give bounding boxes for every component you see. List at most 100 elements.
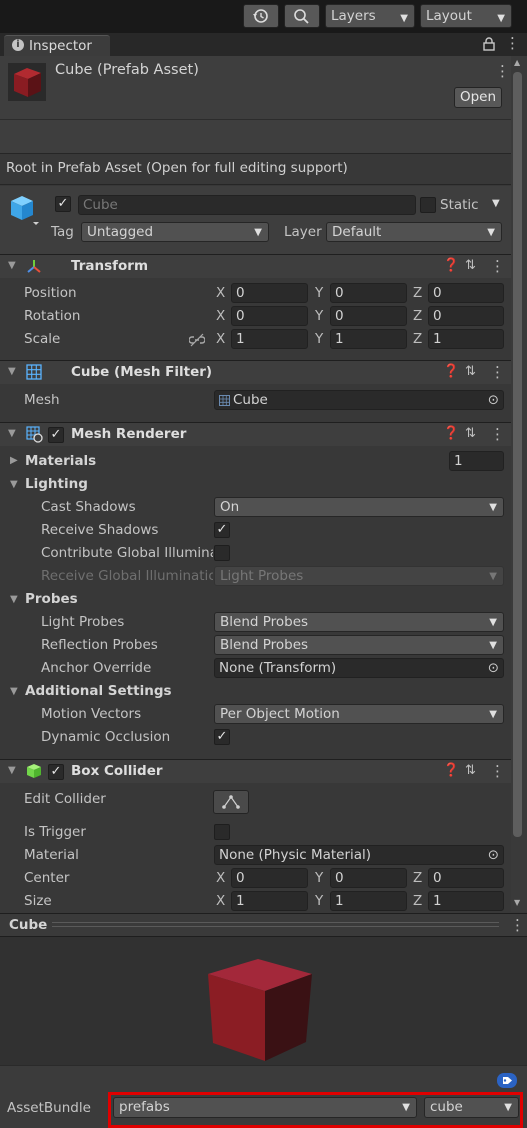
box-collider-enabled-checkbox[interactable]: ✓ xyxy=(48,764,64,780)
dynamic-occlusion-checkbox[interactable]: ✓ xyxy=(214,729,230,745)
size-z-field[interactable]: 1 xyxy=(428,891,504,911)
materials-label[interactable]: Materials xyxy=(25,453,96,469)
receive-shadows-checkbox[interactable]: ✓ xyxy=(214,522,230,538)
scrollbar-thumb[interactable] xyxy=(513,72,522,837)
label-tag-icon[interactable] xyxy=(497,1073,517,1088)
light-probes-dropdown[interactable]: Blend Probes ▼ xyxy=(214,612,504,632)
center-z-field[interactable]: 0 xyxy=(428,868,504,888)
more-options-icon[interactable]: ⋮ xyxy=(495,62,510,80)
preview-header[interactable]: Cube ⋮ xyxy=(0,913,527,937)
mesh-renderer-icon xyxy=(26,426,43,443)
scale-z-field[interactable]: 1 xyxy=(428,329,504,349)
anchor-override-field[interactable]: None (Transform) ⊙ xyxy=(214,658,504,678)
lighting-label[interactable]: Lighting xyxy=(25,476,88,492)
position-z-field[interactable]: 0 xyxy=(428,283,504,303)
layout-dropdown[interactable]: Layout ▼ xyxy=(420,4,512,28)
scrollbar[interactable]: ▲ ▼ xyxy=(511,56,527,912)
preset-icon[interactable]: ⇅ xyxy=(465,258,476,273)
lock-icon[interactable] xyxy=(483,37,495,51)
center-x-field[interactable]: 0 xyxy=(231,868,308,888)
additional-settings-foldout-icon[interactable]: ▼ xyxy=(10,686,18,697)
foldout-icon[interactable]: ▼ xyxy=(8,366,16,377)
is-trigger-checkbox[interactable] xyxy=(214,824,230,840)
probes-foldout-icon[interactable]: ▼ xyxy=(10,594,18,605)
preset-icon[interactable]: ⇅ xyxy=(465,426,476,441)
object-picker-icon[interactable]: ⊙ xyxy=(488,391,499,409)
layer-dropdown[interactable]: Default ▼ xyxy=(326,222,502,242)
cast-shadows-dropdown[interactable]: On ▼ xyxy=(214,497,504,517)
more-options-icon[interactable]: ⋮ xyxy=(510,916,525,934)
rotation-z-field[interactable]: 0 xyxy=(428,306,504,326)
assetbundle-variant-dropdown[interactable]: cube ▼ xyxy=(424,1097,519,1118)
size-y-field[interactable]: 1 xyxy=(330,891,407,911)
more-options-icon[interactable]: ⋮ xyxy=(505,34,520,52)
edit-collider-label: Edit Collider xyxy=(24,791,106,807)
help-icon[interactable]: ❓ xyxy=(443,763,459,778)
mesh-renderer-enabled-checkbox[interactable]: ✓ xyxy=(48,427,64,443)
contribute-gi-checkbox[interactable] xyxy=(214,545,230,561)
search-button[interactable] xyxy=(284,4,320,28)
mesh-value: Cube xyxy=(233,392,268,408)
assetbundle-name-dropdown[interactable]: prefabs ▼ xyxy=(113,1097,417,1118)
object-picker-icon[interactable]: ⊙ xyxy=(488,659,499,677)
mesh-filter-header[interactable]: ▼ Cube (Mesh Filter) ❓ ⇅ ⋮ xyxy=(0,360,511,384)
history-button[interactable] xyxy=(243,4,279,28)
scale-y-field[interactable]: 1 xyxy=(330,329,407,349)
preset-icon[interactable]: ⇅ xyxy=(465,364,476,379)
drag-handle[interactable] xyxy=(52,922,499,927)
search-icon xyxy=(294,9,309,24)
more-options-icon[interactable]: ⋮ xyxy=(490,425,505,443)
mesh-renderer-header[interactable]: ▼ ✓ Mesh Renderer ❓ ⇅ ⋮ xyxy=(0,422,511,446)
axis-z-label: Z xyxy=(413,331,423,347)
size-x-field[interactable]: 1 xyxy=(231,891,308,911)
scroll-down-icon[interactable]: ▼ xyxy=(514,898,520,907)
foldout-icon[interactable]: ▼ xyxy=(8,428,16,439)
scroll-up-icon[interactable]: ▲ xyxy=(514,58,520,67)
static-dropdown-icon[interactable]: ▼ xyxy=(492,198,500,209)
scale-x-field[interactable]: 1 xyxy=(231,329,308,349)
position-label: Position xyxy=(24,285,77,301)
center-y-field[interactable]: 0 xyxy=(330,868,407,888)
preset-icon[interactable]: ⇅ xyxy=(465,763,476,778)
rotation-x-field[interactable]: 0 xyxy=(231,306,308,326)
chevron-down-icon: ▼ xyxy=(489,617,497,628)
reflection-probes-dropdown[interactable]: Blend Probes ▼ xyxy=(214,635,504,655)
preview-area[interactable] xyxy=(0,937,527,1065)
rotation-y-field[interactable]: 0 xyxy=(330,306,407,326)
foldout-icon[interactable]: ▼ xyxy=(8,260,16,271)
position-x-field[interactable]: 0 xyxy=(231,283,308,303)
light-probes-value: Blend Probes xyxy=(220,614,309,630)
open-button[interactable]: Open xyxy=(454,87,502,108)
material-field[interactable]: None (Physic Material) ⊙ xyxy=(214,845,504,865)
materials-foldout-icon[interactable]: ▶ xyxy=(10,455,18,466)
object-picker-icon[interactable]: ⊙ xyxy=(488,846,499,864)
constrain-proportions-icon[interactable] xyxy=(189,333,205,347)
static-checkbox[interactable] xyxy=(420,197,436,213)
tag-dropdown[interactable]: Untagged ▼ xyxy=(81,222,269,242)
layers-dropdown[interactable]: Layers ▼ xyxy=(325,4,415,28)
box-collider-header[interactable]: ▼ ✓ Box Collider ❓ ⇅ ⋮ xyxy=(0,759,511,783)
mesh-object-field[interactable]: Cube ⊙ xyxy=(214,390,504,410)
chevron-down-icon: ▼ xyxy=(489,640,497,651)
edit-collider-button[interactable] xyxy=(213,790,249,814)
materials-count-field[interactable]: 1 xyxy=(449,451,504,471)
transform-header[interactable]: ▼ Transform ❓ ⇅ ⋮ xyxy=(0,254,511,278)
more-options-icon[interactable]: ⋮ xyxy=(490,762,505,780)
help-icon[interactable]: ❓ xyxy=(443,364,459,379)
probes-label[interactable]: Probes xyxy=(25,591,78,607)
position-y-field[interactable]: 0 xyxy=(330,283,407,303)
receive-gi-label: Receive Global Illumination xyxy=(41,568,213,584)
material-value: None (Physic Material) xyxy=(219,847,372,863)
help-icon[interactable]: ❓ xyxy=(443,258,459,273)
tab-inspector[interactable]: i Inspector xyxy=(4,35,110,56)
additional-settings-label[interactable]: Additional Settings xyxy=(25,683,172,699)
more-options-icon[interactable]: ⋮ xyxy=(490,257,505,275)
lighting-foldout-icon[interactable]: ▼ xyxy=(10,479,18,490)
help-icon[interactable]: ❓ xyxy=(443,426,459,441)
gameobject-cube-icon[interactable] xyxy=(9,194,43,226)
motion-vectors-dropdown[interactable]: Per Object Motion ▼ xyxy=(214,704,504,724)
foldout-icon[interactable]: ▼ xyxy=(8,765,16,776)
active-checkbox[interactable]: ✓ xyxy=(55,196,71,212)
object-name-input[interactable]: Cube xyxy=(78,195,416,215)
more-options-icon[interactable]: ⋮ xyxy=(490,363,505,381)
